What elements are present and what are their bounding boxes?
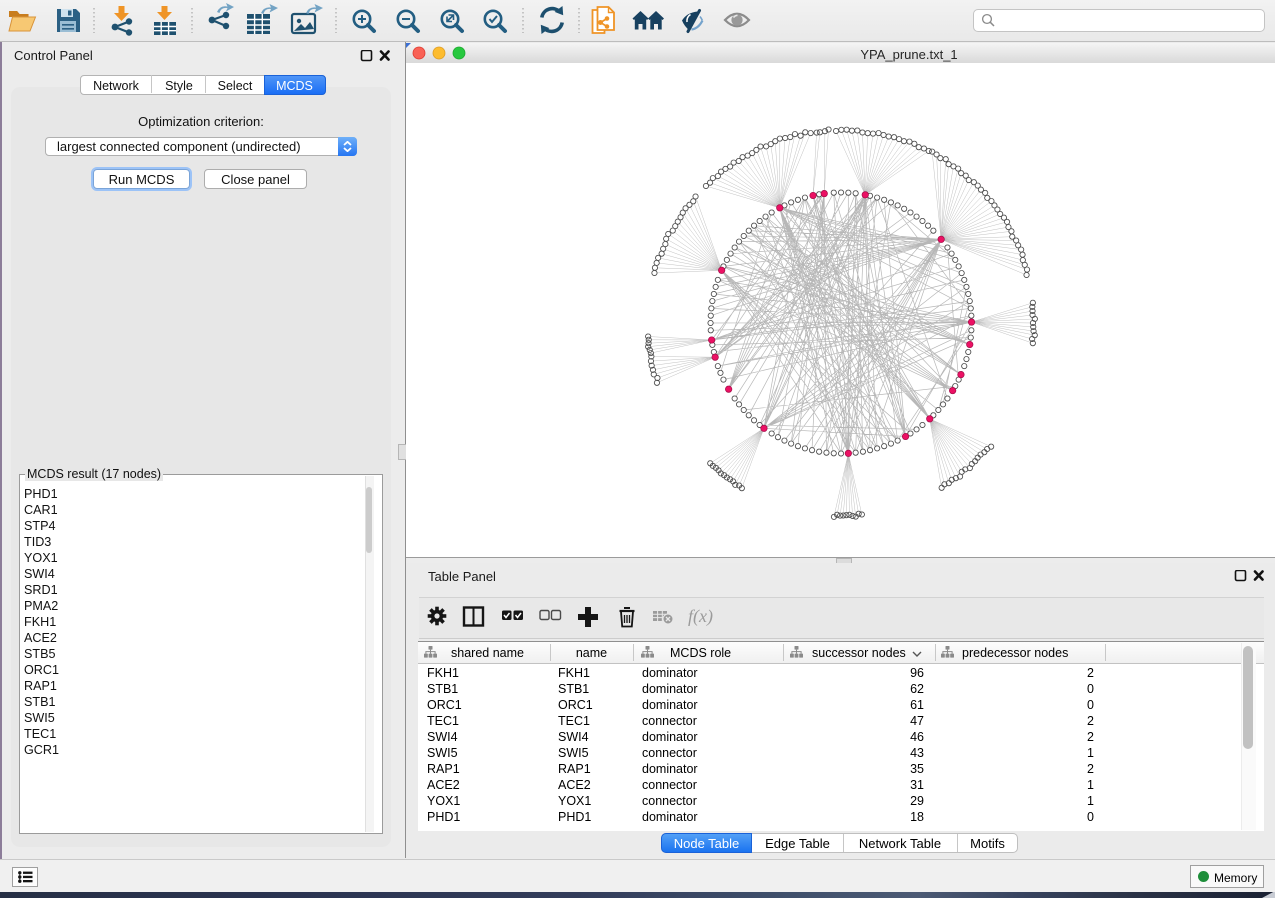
svg-text:f(x): f(x)	[688, 606, 713, 627]
